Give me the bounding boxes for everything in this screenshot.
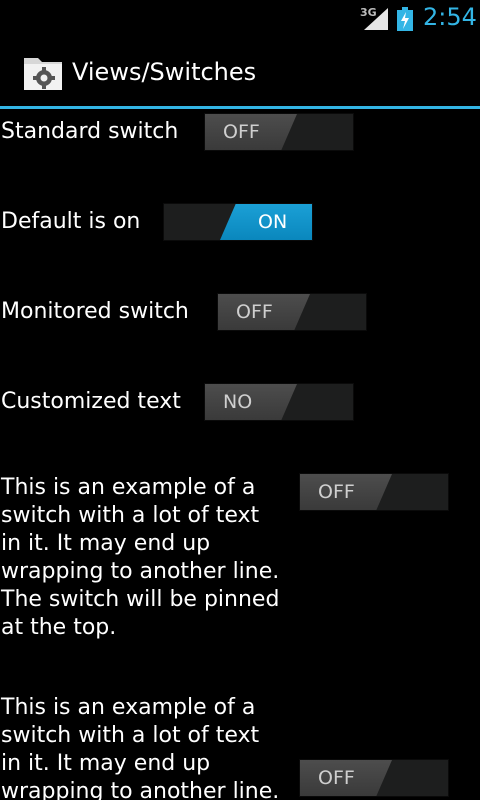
switch-state-text: ON	[258, 211, 288, 233]
monitored-switch[interactable]: OFF	[217, 293, 367, 331]
switch-label-customized: Customized text	[1, 389, 181, 414]
standard-switch[interactable]: OFF	[204, 113, 354, 151]
long-text-switch[interactable]: OFF	[299, 759, 449, 797]
battery-charging-icon	[397, 7, 413, 31]
clock: 2:54	[423, 3, 477, 31]
switch-state-text: NO	[223, 391, 253, 413]
settings-folder-icon[interactable]	[22, 54, 64, 92]
switch-state-text: OFF	[236, 301, 273, 323]
switch-label-long-text: This is an example of a switch with a lo…	[1, 695, 280, 800]
switch-thumb: OFF	[205, 114, 297, 150]
default-on-switch[interactable]: ON	[163, 203, 313, 241]
action-bar: Views/Switches	[0, 38, 480, 106]
page-title: Views/Switches	[72, 58, 257, 86]
switch-label-default-on: Default is on	[1, 209, 141, 234]
switch-label-standard: Standard switch	[1, 119, 179, 144]
customized-text-switch[interactable]: NO	[204, 383, 354, 421]
switch-thumb: OFF	[300, 474, 392, 510]
signal-strength-icon	[364, 8, 388, 30]
switch-thumb: OFF	[300, 760, 392, 796]
status-bar: 3G 2:54	[0, 0, 480, 38]
switch-label-monitored: Monitored switch	[1, 299, 189, 324]
switch-label-long-text-top: This is an example of a switch with a lo…	[1, 475, 280, 640]
switch-thumb: ON	[220, 204, 312, 240]
long-text-switch-pinned-top[interactable]: OFF	[299, 473, 449, 511]
switch-state-text: OFF	[318, 767, 355, 789]
switch-thumb: OFF	[218, 294, 310, 330]
switch-thumb: NO	[205, 384, 297, 420]
switch-list: Standard switch OFF Default is on ON Mon…	[0, 109, 480, 800]
switch-state-text: OFF	[318, 481, 355, 503]
switch-state-text: OFF	[223, 121, 260, 143]
